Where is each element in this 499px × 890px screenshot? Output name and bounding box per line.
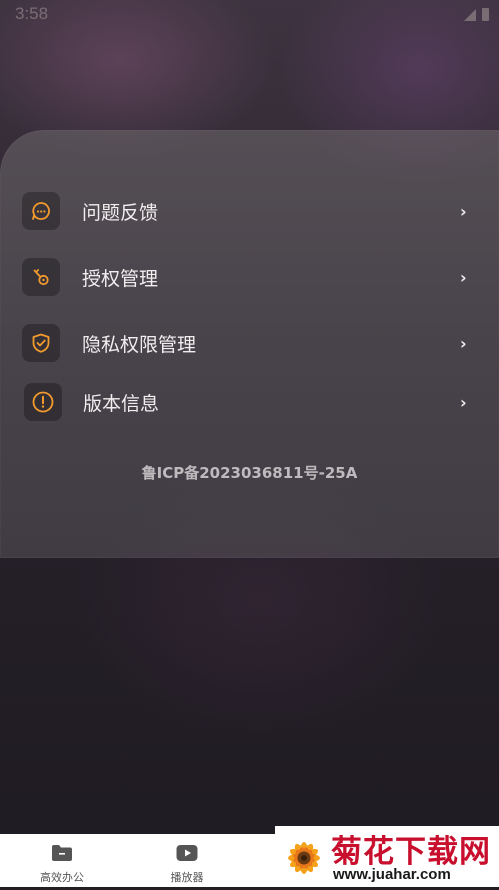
battery-icon	[482, 8, 489, 21]
flower-logo-icon	[277, 828, 331, 890]
signal-icon	[464, 9, 476, 21]
tab-office[interactable]: 高效办公	[2, 834, 122, 887]
menu-item-label: 隐私权限管理	[82, 333, 197, 356]
chevron-right-icon: ›	[460, 201, 467, 221]
menu-item-version[interactable]: 版本信息 ›	[0, 374, 499, 430]
info-circle-icon	[24, 383, 62, 421]
icp-record-text: 鲁ICP备2023036811号-25A	[141, 464, 358, 482]
watermark-title: 菊花下载网	[331, 834, 491, 870]
chevron-right-icon: ›	[460, 267, 467, 287]
menu-item-feedback[interactable]: 问题反馈 ›	[0, 183, 499, 239]
tab-player[interactable]: 播放器	[127, 834, 247, 887]
chevron-right-icon: ›	[460, 333, 467, 353]
key-icon	[22, 258, 60, 296]
play-icon	[176, 844, 198, 866]
settings-card: 问题反馈 › 授权管理 › 隐私权限管理 › 版本信息 › 鲁ICP备20230…	[0, 130, 499, 558]
chevron-right-icon: ›	[460, 392, 467, 412]
status-time: 3:58	[15, 4, 49, 23]
menu-item-privacy[interactable]: 隐私权限管理 ›	[0, 315, 499, 371]
site-watermark: 菊花下载网 www.juahar.com	[275, 826, 499, 887]
folder-icon	[51, 844, 73, 866]
tab-label: 播放器	[170, 871, 204, 884]
menu-item-authorization[interactable]: 授权管理 ›	[0, 249, 499, 305]
status-bar: 3:58	[0, 0, 499, 30]
message-bubble-icon	[22, 192, 60, 230]
menu-item-label: 授权管理	[82, 267, 159, 290]
shield-check-icon	[22, 324, 60, 362]
menu-item-label: 问题反馈	[82, 201, 159, 224]
watermark-url: www.juahar.com	[333, 866, 451, 883]
tab-label: 高效办公	[40, 871, 84, 884]
menu-item-label: 版本信息	[83, 392, 160, 415]
